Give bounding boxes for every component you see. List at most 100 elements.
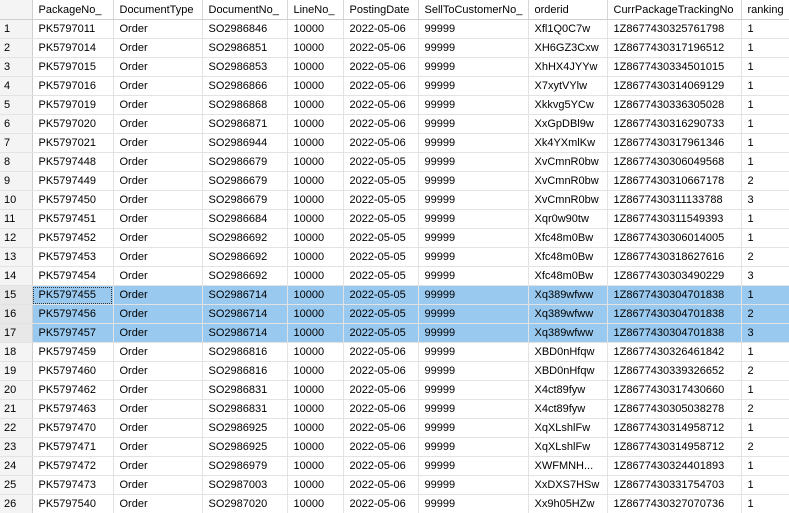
cell-orderid[interactable]: Xfc48m0Bw bbox=[528, 247, 608, 267]
cell-documentno[interactable]: SO2986692 bbox=[202, 266, 288, 286]
table-row[interactable]: 26 PK5797540 Order SO2987020 10000 2022-05-06… bbox=[0, 494, 789, 513]
cell-documenttype[interactable]: Order bbox=[113, 380, 203, 400]
cell-selltocustomerno[interactable]: 99999 bbox=[418, 114, 529, 134]
row-number[interactable]: 11 bbox=[0, 209, 33, 229]
cell-selltocustomerno[interactable]: 99999 bbox=[418, 171, 529, 191]
cell-lineno[interactable]: 10000 bbox=[287, 418, 344, 438]
cell-ranking[interactable]: 1 bbox=[741, 342, 789, 362]
row-number[interactable]: 20 bbox=[0, 380, 33, 400]
cell-documenttype[interactable]: Order bbox=[113, 475, 203, 495]
cell-selltocustomerno[interactable]: 99999 bbox=[418, 247, 529, 267]
cell-documentno[interactable]: SO2986684 bbox=[202, 209, 288, 229]
cell-packageno[interactable]: PK5797463 bbox=[32, 399, 114, 419]
cell-trackingno[interactable]: 1Z8677430305038278 bbox=[607, 399, 742, 419]
cell-documenttype[interactable]: Order bbox=[113, 228, 203, 248]
cell-trackingno[interactable]: 1Z8677430317196512 bbox=[607, 38, 742, 58]
cell-trackingno[interactable]: 1Z8677430334501015 bbox=[607, 57, 742, 77]
cell-packageno[interactable]: PK5797020 bbox=[32, 114, 114, 134]
row-number[interactable]: 4 bbox=[0, 76, 33, 96]
row-number[interactable]: 7 bbox=[0, 133, 33, 153]
cell-packageno[interactable]: PK5797455 bbox=[32, 285, 114, 305]
cell-documenttype[interactable]: Order bbox=[113, 114, 203, 134]
cell-trackingno[interactable]: 1Z8677430304701838 bbox=[607, 304, 742, 324]
table-row[interactable]: 18 PK5797459 Order SO2986816 10000 2022-05-06… bbox=[0, 342, 789, 362]
table-row[interactable]: 12 PK5797452 Order SO2986692 10000 2022-05-05… bbox=[0, 228, 789, 248]
cell-packageno[interactable]: PK5797456 bbox=[32, 304, 114, 324]
cell-trackingno[interactable]: 1Z8677430325761798 bbox=[607, 19, 742, 39]
cell-lineno[interactable]: 10000 bbox=[287, 304, 344, 324]
cell-lineno[interactable]: 10000 bbox=[287, 57, 344, 77]
cell-packageno[interactable]: PK5797450 bbox=[32, 190, 114, 210]
cell-postingdate[interactable]: 2022-05-05 bbox=[343, 323, 419, 343]
cell-packageno[interactable]: PK5797460 bbox=[32, 361, 114, 381]
cell-postingdate[interactable]: 2022-05-05 bbox=[343, 247, 419, 267]
table-row[interactable]: 14 PK5797454 Order SO2986692 10000 2022-05-05… bbox=[0, 266, 789, 286]
table-row[interactable]: 6 PK5797020 Order SO2986871 10000 2022-05-06 9… bbox=[0, 114, 789, 134]
cell-selltocustomerno[interactable]: 99999 bbox=[418, 323, 529, 343]
row-number[interactable]: 14 bbox=[0, 266, 33, 286]
cell-lineno[interactable]: 10000 bbox=[287, 323, 344, 343]
cell-lineno[interactable]: 10000 bbox=[287, 152, 344, 172]
cell-orderid[interactable]: XxDXS7HSw bbox=[528, 475, 608, 495]
cell-trackingno[interactable]: 1Z8677430304701838 bbox=[607, 285, 742, 305]
row-number[interactable]: 22 bbox=[0, 418, 33, 438]
cell-lineno[interactable]: 10000 bbox=[287, 266, 344, 286]
cell-documentno[interactable]: SO2986816 bbox=[202, 342, 288, 362]
cell-orderid[interactable]: Xq389wfww bbox=[528, 304, 608, 324]
cell-orderid[interactable]: XhHX4JYYw bbox=[528, 57, 608, 77]
cell-documentno[interactable]: SO2986979 bbox=[202, 456, 288, 476]
cell-documenttype[interactable]: Order bbox=[113, 209, 203, 229]
column-header-documentno[interactable]: DocumentNo_ bbox=[202, 0, 288, 20]
cell-selltocustomerno[interactable]: 99999 bbox=[418, 304, 529, 324]
cell-postingdate[interactable]: 2022-05-06 bbox=[343, 380, 419, 400]
cell-orderid[interactable]: X4ct89fyw bbox=[528, 380, 608, 400]
cell-lineno[interactable]: 10000 bbox=[287, 437, 344, 457]
cell-trackingno[interactable]: 1Z8677430327070736 bbox=[607, 494, 742, 513]
cell-trackingno[interactable]: 1Z8677430306014005 bbox=[607, 228, 742, 248]
cell-selltocustomerno[interactable]: 99999 bbox=[418, 152, 529, 172]
cell-packageno[interactable]: PK5797473 bbox=[32, 475, 114, 495]
cell-orderid[interactable]: XxGpDBl9w bbox=[528, 114, 608, 134]
cell-selltocustomerno[interactable]: 99999 bbox=[418, 475, 529, 495]
cell-lineno[interactable]: 10000 bbox=[287, 285, 344, 305]
cell-documenttype[interactable]: Order bbox=[113, 456, 203, 476]
cell-trackingno[interactable]: 1Z8677430339326652 bbox=[607, 361, 742, 381]
table-row[interactable]: 22 PK5797470 Order SO2986925 10000 2022-05-06… bbox=[0, 418, 789, 438]
cell-ranking[interactable]: 1 bbox=[741, 76, 789, 96]
cell-orderid[interactable]: XH6GZ3Cxw bbox=[528, 38, 608, 58]
cell-documenttype[interactable]: Order bbox=[113, 418, 203, 438]
cell-lineno[interactable]: 10000 bbox=[287, 456, 344, 476]
cell-packageno[interactable]: PK5797453 bbox=[32, 247, 114, 267]
table-row[interactable]: 13 PK5797453 Order SO2986692 10000 2022-05-05… bbox=[0, 247, 789, 267]
cell-postingdate[interactable]: 2022-05-06 bbox=[343, 76, 419, 96]
cell-documenttype[interactable]: Order bbox=[113, 19, 203, 39]
table-row[interactable]: 11 PK5797451 Order SO2986684 10000 2022-05-05… bbox=[0, 209, 789, 229]
cell-orderid[interactable]: Xq389wfww bbox=[528, 323, 608, 343]
cell-orderid[interactable]: Xx9h05HZw bbox=[528, 494, 608, 513]
cell-selltocustomerno[interactable]: 99999 bbox=[418, 133, 529, 153]
cell-orderid[interactable]: XBD0nHfqw bbox=[528, 361, 608, 381]
cell-lineno[interactable]: 10000 bbox=[287, 399, 344, 419]
cell-ranking[interactable]: 2 bbox=[741, 304, 789, 324]
cell-ranking[interactable]: 3 bbox=[741, 323, 789, 343]
cell-selltocustomerno[interactable]: 99999 bbox=[418, 19, 529, 39]
cell-ranking[interactable]: 2 bbox=[741, 399, 789, 419]
row-number[interactable]: 25 bbox=[0, 475, 33, 495]
cell-trackingno[interactable]: 1Z8677430314958712 bbox=[607, 437, 742, 457]
cell-documenttype[interactable]: Order bbox=[113, 76, 203, 96]
cell-ranking[interactable]: 3 bbox=[741, 190, 789, 210]
cell-documenttype[interactable]: Order bbox=[113, 494, 203, 513]
cell-documenttype[interactable]: Order bbox=[113, 361, 203, 381]
cell-trackingno[interactable]: 1Z8677430326461842 bbox=[607, 342, 742, 362]
cell-documentno[interactable]: SO2986846 bbox=[202, 19, 288, 39]
cell-ranking[interactable]: 1 bbox=[741, 152, 789, 172]
cell-postingdate[interactable]: 2022-05-05 bbox=[343, 304, 419, 324]
cell-documentno[interactable]: SO2986692 bbox=[202, 247, 288, 267]
cell-ranking[interactable]: 1 bbox=[741, 209, 789, 229]
cell-orderid[interactable]: X7xytVYlw bbox=[528, 76, 608, 96]
cell-documentno[interactable]: SO2986714 bbox=[202, 304, 288, 324]
cell-packageno[interactable]: PK5797449 bbox=[32, 171, 114, 191]
cell-lineno[interactable]: 10000 bbox=[287, 171, 344, 191]
table-row[interactable]: 9 PK5797449 Order SO2986679 10000 2022-05-05 9… bbox=[0, 171, 789, 191]
cell-orderid[interactable]: X4ct89fyw bbox=[528, 399, 608, 419]
